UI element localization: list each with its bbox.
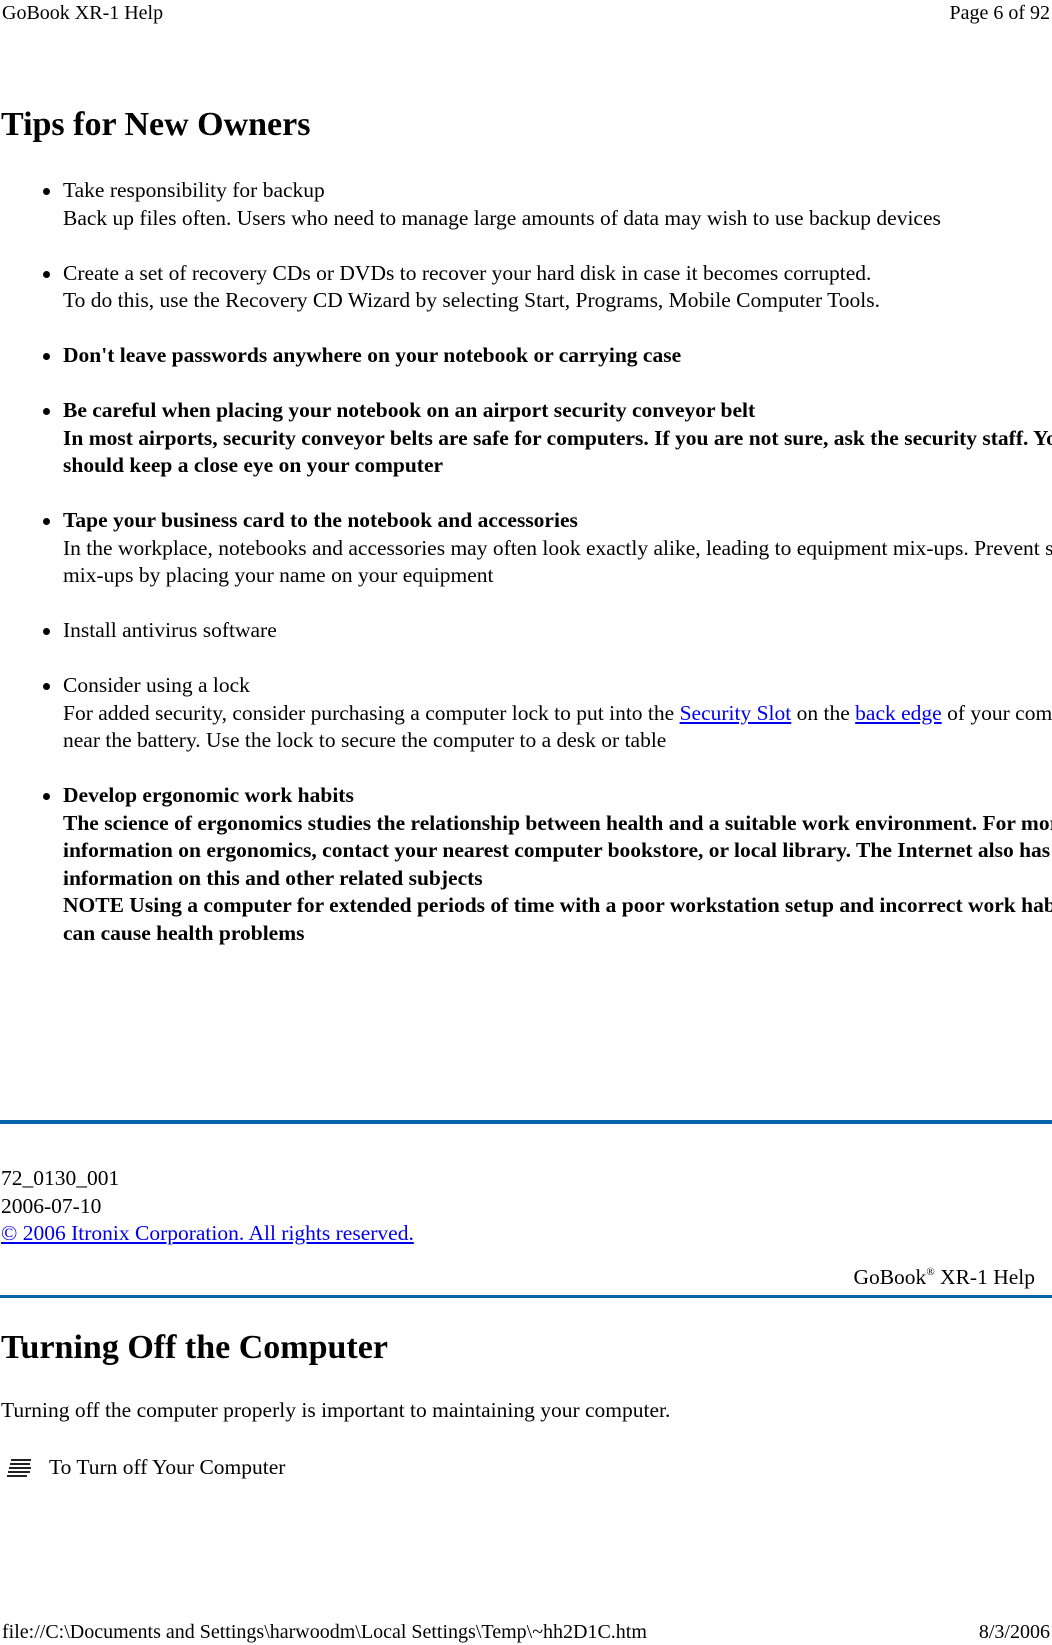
tip-item: Install antivirus software [43, 617, 1052, 645]
tip-item: Take responsibility for backup Back up f… [43, 177, 1052, 232]
section-intro: Turning off the computer properly is imp… [1, 1398, 671, 1422]
tip-item: Tape your business card to the notebook … [43, 507, 1052, 590]
copyright-link[interactable]: © 2006 Itronix Corporation. All rights r… [1, 1221, 414, 1245]
procedure-toggle[interactable]: To Turn off Your Computer [5, 1455, 285, 1480]
registered-mark: ® [926, 1266, 935, 1278]
tip-note: NOTE Using a computer for extended perio… [63, 893, 1052, 945]
tip-body-text: on the [791, 700, 856, 725]
section-title-tips: Tips for New Owners [1, 106, 311, 143]
document-id: 72_0130_001 [1, 1166, 120, 1190]
tip-item: Be careful when placing your notebook on… [43, 397, 1052, 480]
page-indicator: Page 6 of 92 [949, 2, 1050, 24]
tip-body: Back up files often. Users who need to m… [63, 205, 941, 230]
security-slot-link[interactable]: Security Slot [680, 701, 792, 725]
tip-body: For added security, consider purchasing … [63, 701, 1052, 753]
help-brand: GoBook® XR-1 Help [853, 1265, 1035, 1290]
document-date: 2006-07-10 [1, 1193, 102, 1218]
tip-heading: Develop ergonomic work habits [63, 783, 354, 807]
print-header-title: GoBook XR-1 Help [2, 2, 164, 24]
tip-heading: Don't leave passwords anywhere on your n… [63, 343, 682, 367]
tips-list: Take responsibility for backup Back up f… [0, 177, 1052, 975]
tip-heading: Install antivirus software [63, 618, 277, 642]
tip-body: To do this, use the Recovery CD Wizard b… [63, 288, 880, 312]
tip-item: Create a set of recovery CDs or DVDs to … [43, 260, 1052, 315]
tip-body: The science of ergonomics studies the re… [63, 810, 1052, 890]
tip-heading: Create a set of recovery CDs or DVDs to … [63, 260, 872, 285]
tip-body: In most airports, security conveyor belt… [63, 425, 1052, 478]
header-divider [0, 1295, 1052, 1298]
tip-heading: Take responsibility for backup [63, 178, 325, 202]
procedure-lines-icon [5, 1457, 37, 1479]
print-header: GoBook XR-1 Help Page 6 of 92 [0, 0, 1052, 26]
section-divider [0, 1120, 1052, 1124]
section-title-turning-off: Turning Off the Computer [1, 1329, 388, 1366]
tip-heading: Consider using a lock [63, 673, 250, 697]
brand-suffix: XR-1 Help [934, 1265, 1035, 1289]
print-footer: file://C:\Documents and Settings\harwood… [0, 1619, 1052, 1645]
tip-item: Consider using a lock For added security… [43, 672, 1052, 755]
tip-heading: Be careful when placing your notebook on… [63, 398, 756, 422]
tip-body: In the workplace, notebooks and accessor… [63, 535, 1052, 588]
tip-heading: Tape your business card to the notebook … [63, 508, 578, 532]
tip-item: Develop ergonomic work habits The scienc… [43, 782, 1052, 947]
document-meta: 72_0130_001 2006-07-10 © 2006 Itronix Co… [1, 1165, 414, 1248]
procedure-label: To Turn off Your Computer [49, 1455, 286, 1479]
file-path: file://C:\Documents and Settings\harwood… [2, 1621, 647, 1643]
back-edge-link[interactable]: back edge [855, 701, 942, 725]
print-date: 8/3/2006 [978, 1621, 1050, 1643]
brand-name: GoBook [853, 1265, 927, 1289]
tip-body-text: For added security, consider purchasing … [63, 700, 680, 725]
tip-item: Don't leave passwords anywhere on your n… [43, 342, 1052, 370]
